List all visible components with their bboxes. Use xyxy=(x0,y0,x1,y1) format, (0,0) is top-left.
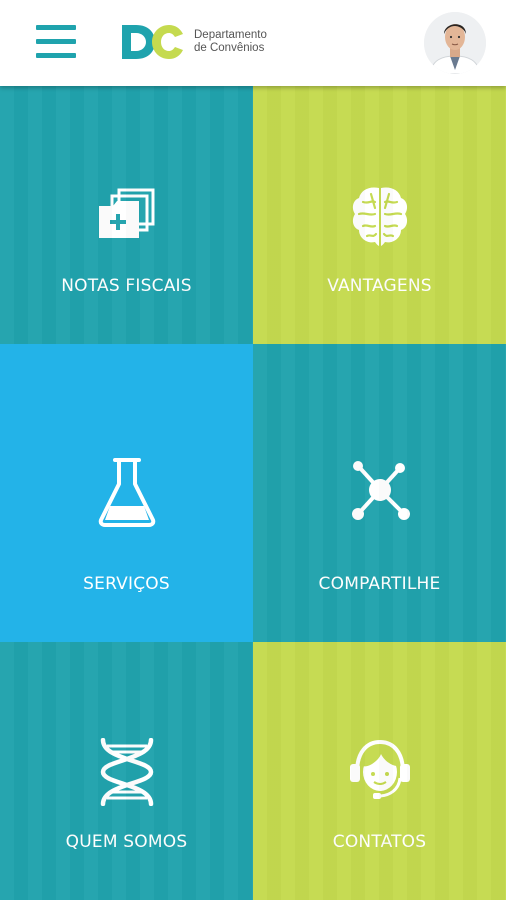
dna-icon xyxy=(100,738,153,806)
tile-label: SERVIÇOS xyxy=(83,574,170,594)
tile-vantagens[interactable]: VANTAGENS xyxy=(253,86,506,344)
tile-label: CONTATOS xyxy=(332,832,427,852)
tile-compartilhe[interactable]: COMPARTILHE xyxy=(253,344,506,642)
share-network-icon xyxy=(351,461,410,520)
tile-label: COMPARTILHE xyxy=(318,574,441,594)
flask-icon xyxy=(98,458,155,527)
menu-grid: NOTAS FISCAIS VANTAGENS SERVIÇOS COMPART… xyxy=(0,86,506,900)
logo-text: Departamento de Convênios xyxy=(194,29,294,55)
folders-medical-icon xyxy=(98,188,154,238)
doctor-avatar-image xyxy=(424,12,486,74)
tile-servicos[interactable]: SERVIÇOS xyxy=(0,344,253,642)
logo-line-2: de Convênios xyxy=(194,42,265,54)
tile-label: NOTAS FISCAIS xyxy=(61,276,192,296)
tile-notas-fiscais[interactable]: NOTAS FISCAIS xyxy=(0,86,253,344)
headset-support-icon xyxy=(349,739,410,799)
dc-logo: Departamento de Convênios xyxy=(120,22,290,66)
hamburger-menu-icon[interactable] xyxy=(36,24,76,60)
logo-line-1: Departamento xyxy=(194,29,267,41)
tile-contatos[interactable]: CONTATOS xyxy=(253,642,506,900)
tile-label: QUEM SOMOS xyxy=(65,832,188,852)
tile-quem-somos[interactable]: QUEM SOMOS xyxy=(0,642,253,900)
dc-logo-mark xyxy=(122,25,183,59)
brain-icon xyxy=(352,187,407,246)
app-header: Departamento de Convênios xyxy=(0,0,506,86)
tile-label: VANTAGENS xyxy=(327,276,432,296)
user-avatar[interactable] xyxy=(424,12,486,74)
